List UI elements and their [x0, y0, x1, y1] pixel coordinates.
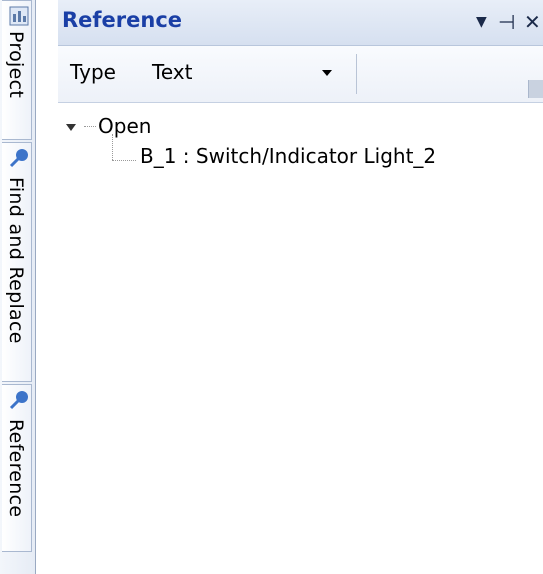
pin-icon[interactable]: ⊣	[498, 10, 515, 34]
side-tab-label: Project	[5, 31, 27, 99]
project-icon	[9, 6, 29, 26]
toolbar-overflow-button[interactable]	[528, 80, 543, 98]
side-tab-reference[interactable]: Reference	[2, 384, 32, 552]
panel-title: Reference	[62, 8, 183, 32]
chevron-down-icon[interactable]	[322, 70, 332, 76]
tree-node-label[interactable]: Open	[98, 114, 151, 138]
side-tab-label: Reference	[5, 419, 27, 518]
reference-panel: Reference ▼ ⊣ ✕ Type Text Open B_1 : Swi…	[58, 0, 543, 574]
close-icon[interactable]: ✕	[524, 10, 541, 34]
magnifier-icon	[9, 149, 28, 168]
side-tab-find-replace[interactable]: Find and Replace	[2, 142, 32, 382]
type-label: Type	[70, 60, 116, 84]
tree-line	[112, 160, 136, 161]
side-tab-label: Find and Replace	[5, 177, 27, 344]
toolbar-separator	[356, 54, 357, 94]
panel-menu-dropdown-icon[interactable]: ▼	[476, 10, 487, 34]
reference-tree: Open B_1 : Switch/Indicator Light_2	[58, 104, 543, 574]
tree-line	[84, 126, 96, 127]
side-tab-strip: Project Find and Replace Reference	[0, 0, 36, 574]
expand-arrow-icon[interactable]	[66, 124, 76, 131]
type-select-value: Text	[152, 60, 193, 84]
type-select[interactable]: Text	[144, 56, 344, 90]
tree-node-child[interactable]: B_1 : Switch/Indicator Light_2	[140, 144, 436, 168]
side-tab-project[interactable]: Project	[2, 0, 32, 140]
magnifier-icon	[9, 391, 28, 410]
panel-titlebar: Reference ▼ ⊣ ✕	[58, 0, 543, 46]
filter-toolbar: Type Text	[58, 46, 543, 103]
